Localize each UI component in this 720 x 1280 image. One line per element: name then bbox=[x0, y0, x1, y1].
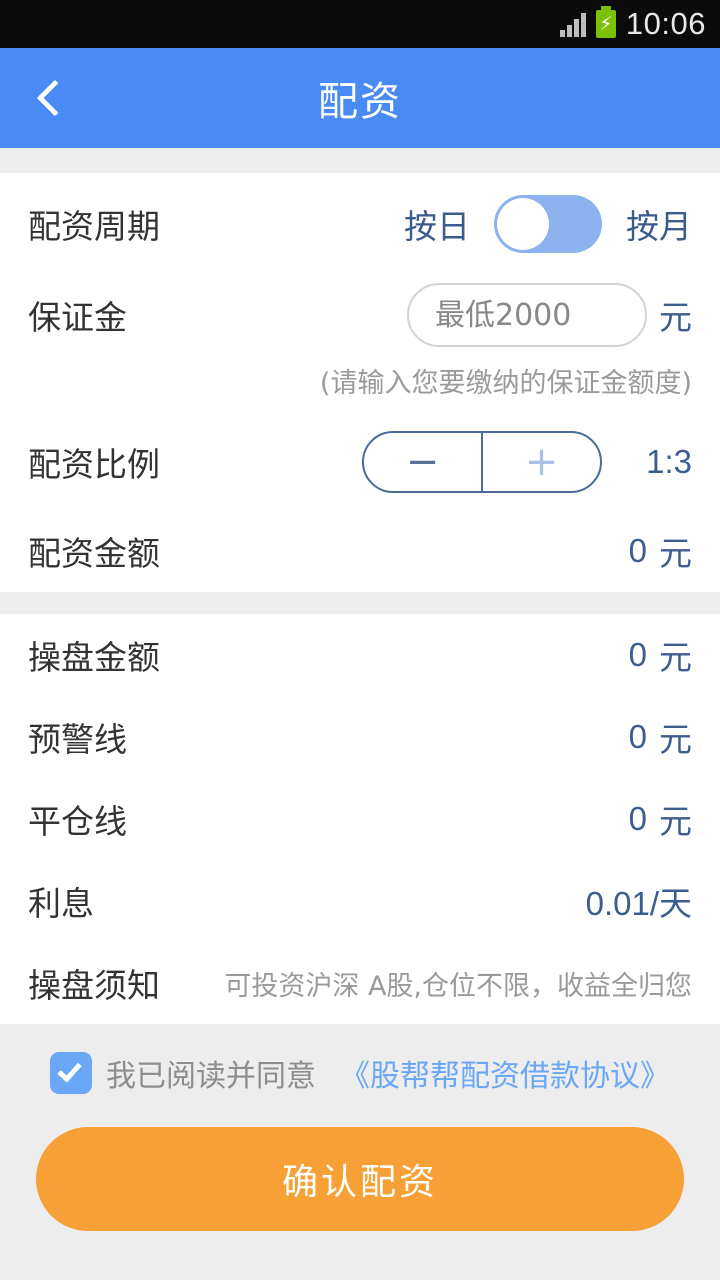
liquidation-line-value: 0 bbox=[628, 800, 647, 837]
trading-amount-unit: 元 bbox=[659, 638, 692, 677]
agreement-link[interactable]: 《股帮帮配资借款协议》 bbox=[340, 1051, 670, 1095]
allocation-amount-unit: 元 bbox=[659, 534, 692, 573]
cycle-option-monthly[interactable]: 按月 bbox=[626, 200, 692, 248]
status-bar-right-cluster: ⚡ 10:06 bbox=[559, 6, 706, 42]
ratio-decrement-button[interactable]: − bbox=[364, 433, 481, 491]
allocation-form-card: 配资周期 按日 按月 保证金 元 (请输入您要缴纳的保证金额度) 配资比例 bbox=[0, 173, 720, 592]
app-bar: 配资 bbox=[0, 48, 720, 148]
label-funding-cycle: 配资周期 bbox=[28, 207, 160, 246]
agreement-text: 我已阅读并同意 bbox=[106, 1059, 316, 1094]
agreement-row: 我已阅读并同意 《股帮帮配资借款协议》 bbox=[50, 1044, 670, 1102]
row-trading-notice: 操盘须知 可投资沪深 A股,仓位不限，收益全归您 bbox=[0, 942, 720, 1024]
label-warning-line: 预警线 bbox=[28, 720, 127, 759]
allocation-amount-value: 0 bbox=[628, 532, 647, 569]
chevron-left-icon bbox=[36, 79, 74, 117]
deposit-hint-row: (请输入您要缴纳的保证金额度) bbox=[0, 361, 720, 414]
interest-value-group: 0.01/天 bbox=[586, 877, 692, 925]
confirm-button[interactable]: 确认配资 bbox=[36, 1127, 684, 1231]
warning-line-value: 0 bbox=[628, 718, 647, 755]
toggle-knob bbox=[497, 198, 549, 250]
deposit-unit: 元 bbox=[659, 298, 692, 337]
label-trading-amount: 操盘金额 bbox=[28, 638, 160, 677]
label-deposit: 保证金 bbox=[28, 298, 127, 337]
trading-amount-value: 0 bbox=[628, 636, 647, 673]
label-trading-notice: 操盘须知 bbox=[28, 966, 160, 1005]
row-warning-line: 预警线 0 元 bbox=[0, 696, 720, 778]
deposit-input[interactable] bbox=[407, 283, 647, 347]
checkbox-checked-icon[interactable] bbox=[50, 1052, 92, 1094]
row-liquidation-line: 平仓线 0 元 bbox=[0, 778, 720, 860]
section-gap-middle bbox=[0, 592, 720, 614]
trading-notice-text: 可投资沪深 A股,仓位不限，收益全归您 bbox=[224, 970, 692, 1002]
ratio-stepper: − + bbox=[362, 431, 602, 493]
warning-line-value-group: 0 元 bbox=[629, 713, 692, 761]
page-title: 配资 bbox=[318, 79, 402, 125]
funding-cycle-control: 按日 按月 bbox=[404, 195, 692, 253]
label-allocation-amount: 配资金额 bbox=[28, 534, 160, 573]
summary-card: 操盘金额 0 元 预警线 0 元 平仓线 0 元 利息 0.01/天 操盘须知 … bbox=[0, 614, 720, 1024]
funding-ratio-control: − + 1:3 bbox=[362, 431, 692, 493]
liquidation-line-value-group: 0 元 bbox=[629, 795, 692, 843]
deposit-hint: (请输入您要缴纳的保证金额度) bbox=[319, 368, 692, 399]
row-deposit: 保证金 元 bbox=[0, 269, 720, 361]
signal-bars-icon bbox=[559, 11, 586, 37]
section-gap-top bbox=[0, 148, 720, 173]
app-screen: ⚡ 10:06 配资 配资周期 按日 按月 保证金 最低2000 元 (请输入您… bbox=[0, 0, 720, 1280]
trading-notice-value-group: 可投资沪深 A股,仓位不限，收益全归您 bbox=[224, 964, 692, 1003]
trading-amount-value-group: 0 元 bbox=[629, 631, 692, 679]
row-trading-amount: 操盘金额 0 元 bbox=[0, 614, 720, 696]
row-allocation-amount: 配资金额 0 元 bbox=[0, 510, 720, 592]
row-funding-ratio: 配资比例 − + 1:3 bbox=[0, 414, 720, 510]
row-interest: 利息 0.01/天 bbox=[0, 860, 720, 942]
label-liquidation-line: 平仓线 bbox=[28, 802, 127, 841]
label-funding-ratio: 配资比例 bbox=[28, 445, 160, 484]
battery-bolt-glyph: ⚡ bbox=[599, 12, 613, 35]
battery-charging-icon: ⚡ bbox=[595, 6, 616, 38]
check-tick-icon bbox=[57, 1057, 82, 1083]
deposit-control: 元 bbox=[407, 283, 692, 347]
warning-line-unit: 元 bbox=[659, 720, 692, 759]
liquidation-line-unit: 元 bbox=[659, 802, 692, 841]
row-funding-cycle: 配资周期 按日 按月 bbox=[0, 173, 720, 269]
allocation-amount-value-group: 0 元 bbox=[629, 527, 692, 575]
back-button[interactable] bbox=[16, 48, 94, 148]
footer: 我已阅读并同意 《股帮帮配资借款协议》 确认配资 bbox=[0, 1024, 720, 1280]
cycle-option-daily[interactable]: 按日 bbox=[404, 200, 470, 248]
ratio-value: 1:3 bbox=[646, 443, 692, 480]
status-bar: ⚡ 10:06 bbox=[0, 0, 720, 48]
status-bar-clock: 10:06 bbox=[625, 6, 706, 41]
cycle-toggle-switch[interactable] bbox=[494, 195, 602, 253]
label-interest: 利息 bbox=[28, 884, 94, 923]
interest-value: 0.01/天 bbox=[585, 885, 692, 922]
ratio-increment-button[interactable]: + bbox=[483, 433, 600, 491]
